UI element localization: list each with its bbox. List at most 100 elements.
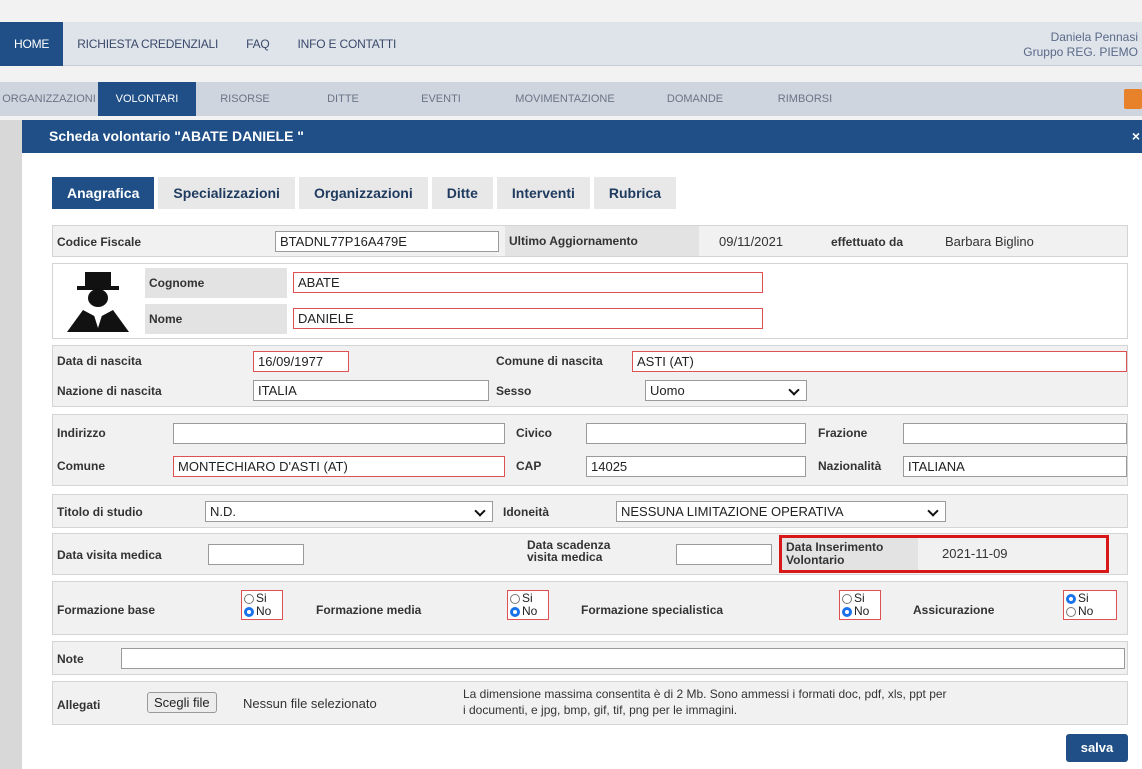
note-label: Note: [57, 652, 84, 666]
formazione-specialistica-radio: Si No: [839, 590, 881, 620]
radio-si[interactable]: [244, 593, 254, 604]
subnav-risorse[interactable]: RISORSE: [196, 82, 294, 116]
sesso-select[interactable]: Uomo: [645, 380, 807, 401]
data-inserimento-value: 2021-11-09: [942, 546, 1008, 561]
row-note: Note: [52, 641, 1128, 675]
user-info: Daniela Pennasi Gruppo REG. PIEMO: [1023, 30, 1138, 60]
row-nominativo: Cognome ABATE Nome DANIELE: [52, 263, 1128, 339]
dialog-title: Scheda volontario "ABATE DANIELE ": [49, 128, 304, 144]
cognome-label: Cognome: [145, 268, 287, 298]
formazione-media-radio: Si No: [507, 590, 549, 620]
radio-no[interactable]: [510, 606, 520, 617]
formazione-base-radio: Si No: [241, 590, 283, 620]
cognome-input[interactable]: ABATE: [293, 272, 763, 293]
civico-label: Civico: [516, 426, 553, 440]
nome-input[interactable]: DANIELE: [293, 308, 763, 329]
dialog-title-bar: Scheda volontario "ABATE DANIELE " ×: [22, 120, 1142, 153]
subnav-organizzazioni[interactable]: ORGANIZZAZIONI: [0, 82, 98, 116]
subnav-movimentazione[interactable]: MOVIMENTAZIONE: [490, 82, 640, 116]
allegati-info: La dimensione massima consentita è di 2 …: [463, 687, 947, 717]
formazione-media-label: Formazione media: [316, 603, 422, 617]
formazione-base-label: Formazione base: [57, 603, 156, 617]
tab-specializzazioni[interactable]: Specializzazioni: [158, 177, 295, 209]
radio-si[interactable]: [510, 593, 520, 604]
top-navigation: HOME RICHIESTA CREDENZIALI FAQ INFO E CO…: [0, 22, 1142, 66]
titolo-studio-select[interactable]: N.D.: [205, 501, 493, 522]
nazione-nascita-input[interactable]: ITALIA: [253, 380, 489, 401]
radio-si[interactable]: [842, 593, 852, 604]
civico-input[interactable]: [586, 423, 806, 444]
comune-input[interactable]: MONTECHIARO D'ASTI (AT): [173, 456, 505, 477]
volunteer-dialog: Scheda volontario "ABATE DANIELE " × Ana…: [22, 120, 1142, 769]
assicurazione-radio: Si No: [1063, 590, 1117, 620]
nessun-file-text: Nessun file selezionato: [243, 696, 377, 711]
subnav-volontari[interactable]: VOLONTARI: [98, 82, 196, 116]
nav-info-contatti[interactable]: INFO E CONTATTI: [284, 22, 411, 66]
nav-richiesta-credenziali[interactable]: RICHIESTA CREDENZIALI: [63, 22, 232, 66]
note-input[interactable]: [121, 648, 1125, 669]
comune-nascita-input[interactable]: ASTI (AT): [632, 351, 1127, 372]
subnav-domande[interactable]: DOMANDE: [640, 82, 750, 116]
data-scadenza-input[interactable]: [676, 544, 772, 565]
salva-button[interactable]: salva: [1066, 734, 1128, 762]
sesso-label: Sesso: [496, 384, 532, 398]
comune-nascita-label: Comune di nascita: [496, 354, 603, 368]
tab-interventi[interactable]: Interventi: [496, 177, 590, 209]
tab-rubrica[interactable]: Rubrica: [593, 177, 677, 209]
ultimo-aggiornamento-value: 09/11/2021: [719, 234, 784, 249]
radio-si[interactable]: [1066, 593, 1076, 604]
user-group: Gruppo REG. PIEMO: [1023, 45, 1138, 59]
row-formazione: Formazione base Si No Formazione media S…: [52, 581, 1128, 635]
row-codice-fiscale: Codice Fiscale BTADNL77P16A479E Ultimo A…: [52, 225, 1128, 257]
nazione-nascita-label: Nazione di nascita: [57, 384, 162, 398]
indirizzo-input[interactable]: [173, 423, 505, 444]
avatar-icon: [63, 268, 133, 334]
close-icon[interactable]: ×: [1132, 120, 1140, 153]
subnav-ditte[interactable]: DITTE: [294, 82, 392, 116]
assicurazione-label: Assicurazione: [913, 603, 995, 617]
allegati-label: Allegati: [57, 698, 101, 712]
tab-organizzazioni[interactable]: Organizzazioni: [298, 177, 428, 209]
indirizzo-label: Indirizzo: [57, 426, 106, 440]
cap-label: CAP: [516, 459, 542, 473]
tab-anagrafica[interactable]: Anagrafica: [52, 177, 155, 209]
subnav-extra-button[interactable]: [1124, 89, 1142, 109]
row-allegati: Allegati Scegli file Nessun file selezio…: [52, 681, 1128, 725]
user-name: Daniela Pennasi: [1050, 30, 1138, 44]
frazione-label: Frazione: [818, 426, 868, 440]
nav-home[interactable]: HOME: [0, 22, 64, 66]
nazionalita-input[interactable]: ITALIANA: [903, 456, 1127, 477]
scegli-file-button[interactable]: Scegli file: [147, 692, 217, 713]
radio-no[interactable]: [1066, 606, 1076, 617]
row-visita-medica: Data visita medica Data scadenza visita …: [52, 533, 1128, 575]
data-visita-label: Data visita medica: [57, 548, 162, 562]
frazione-input[interactable]: [903, 423, 1127, 444]
codice-fiscale-label: Codice Fiscale: [57, 235, 142, 249]
row-indirizzo: Indirizzo Civico Frazione Comune MONTECH…: [52, 414, 1128, 486]
radio-no[interactable]: [842, 606, 852, 617]
data-nascita-label: Data di nascita: [57, 354, 142, 368]
tab-ditte[interactable]: Ditte: [431, 177, 493, 209]
data-visita-input[interactable]: [208, 544, 304, 565]
nav-faq[interactable]: FAQ: [232, 22, 283, 66]
idoneita-select[interactable]: NESSUNA LIMITAZIONE OPERATIVA: [616, 501, 946, 522]
data-inserimento-label: Data Inserimento Volontario: [782, 538, 918, 570]
row-nascita: Data di nascita 16/09/1977 Comune di nas…: [52, 345, 1128, 407]
radio-no[interactable]: [244, 606, 254, 617]
effettuato-da-value: Barbara Biglino: [945, 234, 1034, 249]
subnav-eventi[interactable]: EVENTI: [392, 82, 490, 116]
section-navigation: ORGANIZZAZIONI VOLONTARI RISORSE DITTE E…: [0, 82, 1142, 116]
nome-label: Nome: [145, 304, 287, 334]
data-nascita-input[interactable]: 16/09/1977: [253, 351, 349, 372]
idoneita-label: Idoneità: [503, 505, 550, 519]
data-scadenza-label: Data scadenza visita medica: [527, 538, 611, 564]
subnav-rimborsi[interactable]: RIMBORSI: [750, 82, 860, 116]
row-titolo-studio: Titolo di studio N.D. Idoneità NESSUNA L…: [52, 494, 1128, 528]
data-inserimento-highlight: Data Inserimento Volontario 2021-11-09: [779, 535, 1109, 573]
nazionalita-label: Nazionalità: [818, 459, 882, 473]
comune-label: Comune: [57, 459, 105, 473]
codice-fiscale-input[interactable]: BTADNL77P16A479E: [275, 231, 499, 252]
ultimo-aggiornamento-label: Ultimo Aggiornamento: [505, 226, 699, 256]
formazione-specialistica-label: Formazione specialistica: [581, 603, 724, 617]
cap-input[interactable]: 14025: [586, 456, 806, 477]
